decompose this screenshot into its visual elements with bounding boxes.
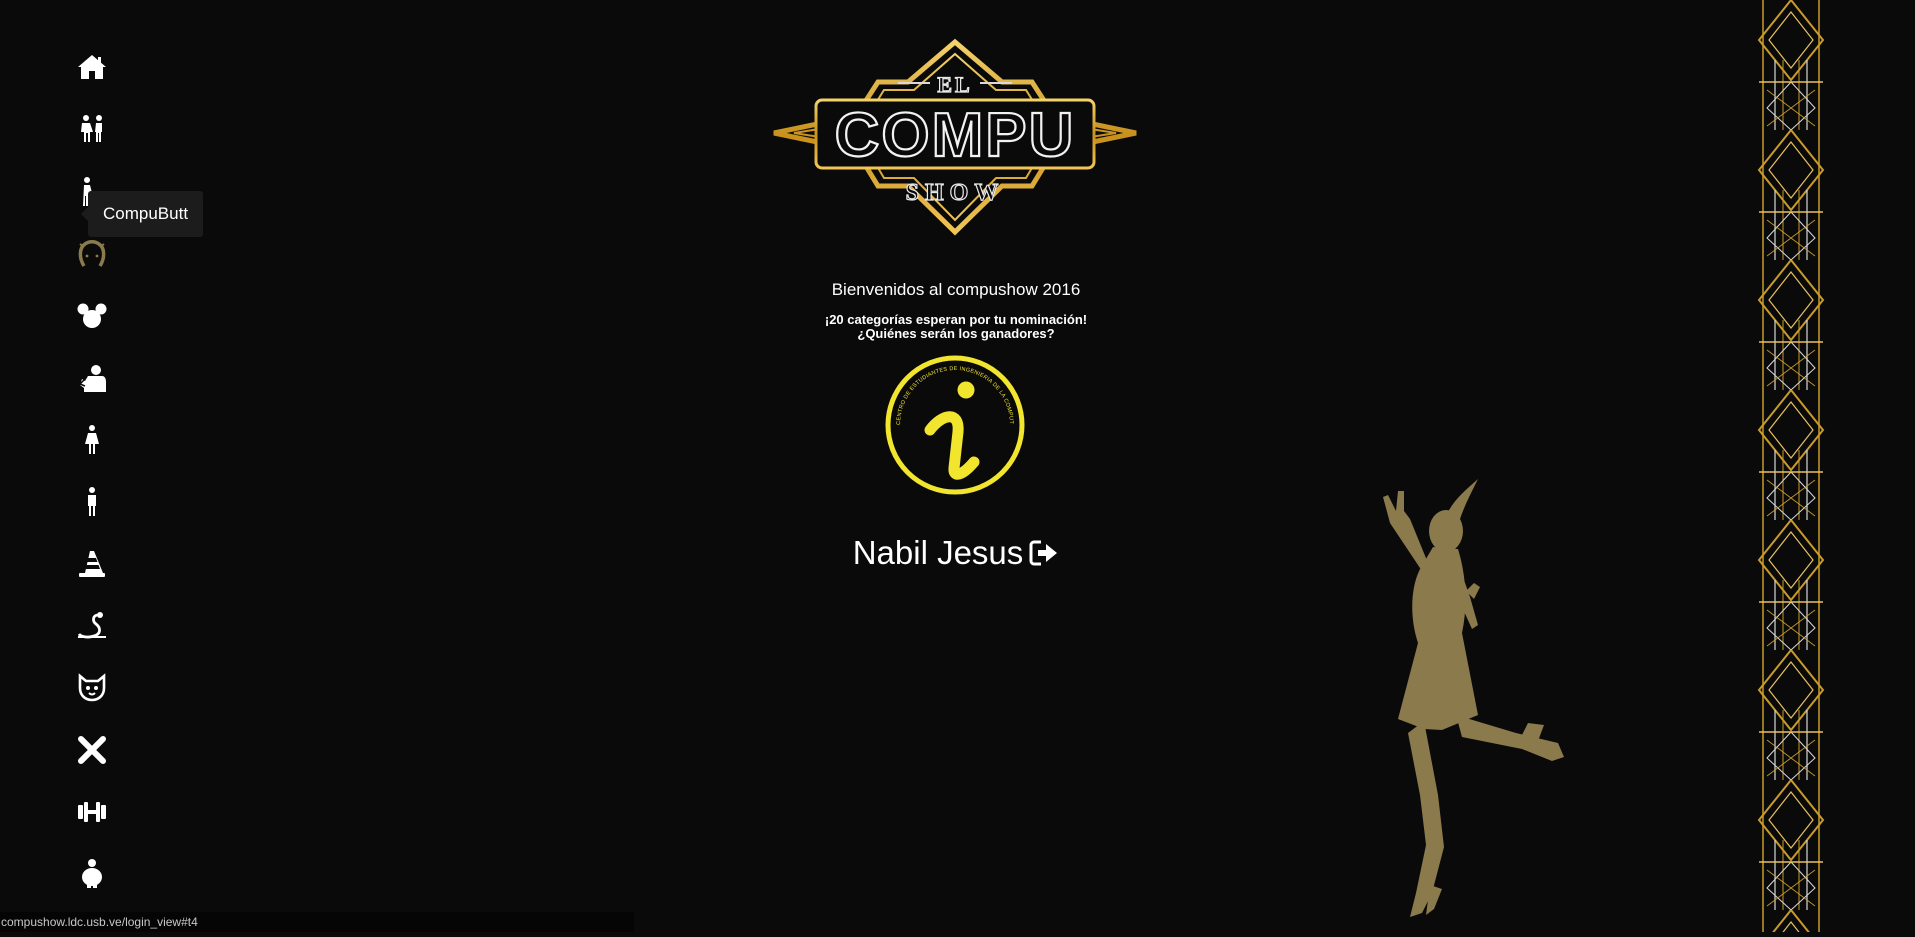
welcome-heading: Bienvenidos al compushow 2016 [831, 280, 1081, 299]
nav-cat[interactable] [74, 670, 110, 706]
man-icon [88, 487, 96, 516]
user-name: Nabil Jesus [852, 534, 1024, 571]
info-logo: CENTRO DE ESTUDIANTES DE INGENIERIA DE L… [880, 348, 1028, 498]
mickey-icon [77, 303, 107, 328]
horseshoe-icon [78, 240, 106, 267]
snake-icon [77, 612, 106, 639]
nav-dumbbell[interactable] [74, 794, 110, 830]
logo-show-text: SHOW [906, 180, 1005, 206]
close-x-icon [78, 736, 106, 764]
flapper-dancer-silhouette [1330, 475, 1570, 920]
sign-out-icon [1029, 540, 1058, 566]
logo-compu-text: COMPU [835, 101, 1076, 170]
winners-subtitle: ¿Quiénes serán los ganadores? [857, 326, 1055, 341]
home-icon [78, 55, 106, 79]
woman-icon [85, 425, 99, 454]
nav-woman[interactable] [74, 422, 110, 458]
nav-horseshoe[interactable] [74, 236, 110, 272]
dumbbell-icon [78, 802, 106, 822]
browser-status-bar: compushow.ldc.usb.ve/login_view#t4 [0, 912, 634, 932]
cat-icon [78, 673, 106, 702]
nav-mickey[interactable] [74, 298, 110, 334]
nav-couple[interactable] [74, 111, 110, 147]
user-logout-link[interactable]: Nabil Jesus [700, 534, 1212, 572]
sidebar-tooltip: CompuButt [80, 191, 204, 237]
nav-home[interactable] [74, 49, 110, 85]
sidebar-nav [0, 0, 200, 932]
logo-el-text: EL [937, 72, 972, 97]
nav-close[interactable] [74, 732, 110, 768]
art-deco-border [1755, 0, 1827, 932]
traffic-cone-icon [79, 551, 105, 577]
nav-man[interactable] [74, 484, 110, 520]
nav-snake[interactable] [74, 608, 110, 644]
nav-cone[interactable] [74, 546, 110, 582]
nav-thinking[interactable] [74, 360, 110, 396]
couple-icon [81, 115, 102, 142]
nav-chubby[interactable] [74, 856, 110, 892]
compushow-logo: EL COMPU SHOW [770, 38, 1140, 238]
categories-subtitle: ¡20 categorías esperan por tu nominación… [824, 312, 1088, 327]
thinking-person-icon [78, 365, 106, 392]
chubby-person-icon [82, 859, 102, 888]
